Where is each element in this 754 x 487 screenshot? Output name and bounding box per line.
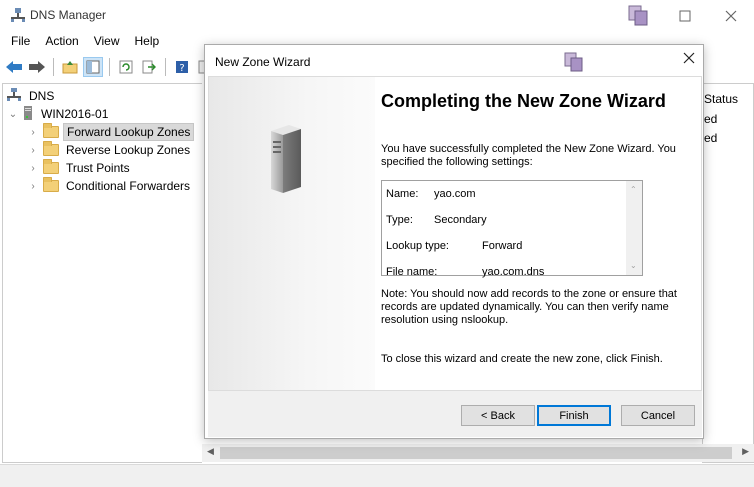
setting-value: Secondary <box>434 214 487 226</box>
dns-manager-app-icon <box>10 7 26 23</box>
menu-file[interactable]: File <box>4 31 38 53</box>
tree-item-label: DNS <box>29 89 55 103</box>
menu-help[interactable]: Help <box>128 31 168 53</box>
tree-item-forward-lookup-zones[interactable]: › Forward Lookup Zones <box>27 123 195 141</box>
folder-icon <box>43 141 59 156</box>
server-icon <box>23 105 33 123</box>
status-bar <box>0 464 754 487</box>
show-tree-icon[interactable] <box>83 57 103 77</box>
cancel-button[interactable]: Cancel <box>621 405 695 426</box>
scrollbar-thumb[interactable] <box>220 447 732 459</box>
toolbar-separator <box>109 58 110 76</box>
chevron-right-icon[interactable]: › <box>27 127 39 138</box>
dns-icon <box>7 87 21 105</box>
tree-item-label: WIN2016-01 <box>41 107 109 121</box>
setting-label: Name: <box>386 188 419 200</box>
folder-icon <box>43 159 59 174</box>
status-cell: ed <box>704 112 718 126</box>
tree-item-label: Forward Lookup Zones <box>63 123 195 141</box>
settings-scrollbar[interactable]: ⌃ ⌄ <box>626 181 642 275</box>
tree-item-trust-points[interactable]: › Trust Points <box>27 159 133 177</box>
server-tower-icon <box>267 125 303 198</box>
tree-item-conditional-forwarders[interactable]: › Conditional Forwarders <box>27 177 193 195</box>
wizard-note-text: Note: You should now add records to the … <box>381 288 677 326</box>
back-arrow-icon[interactable] <box>4 57 24 77</box>
scroll-right-icon[interactable]: ▶ <box>742 446 749 457</box>
chevron-down-icon[interactable]: ⌄ <box>7 109 19 120</box>
wizard-titlebar: New Zone Wizard <box>205 45 703 76</box>
wizard-intro-text: You have successfully completed the New … <box>381 143 676 168</box>
console-tree: DNS ⌄ WIN2016-01 › Forward Lookup Zones … <box>2 83 202 463</box>
status-cell: ed <box>704 131 718 145</box>
svg-text:?: ? <box>179 63 184 74</box>
setting-value: yao.com <box>434 188 476 200</box>
chevron-right-icon[interactable]: › <box>27 181 39 192</box>
settings-summary-box[interactable]: Name: yao.com Type: Secondary Lookup typ… <box>381 180 643 278</box>
wizard-finish-hint: To close this wizard and create the new … <box>381 353 663 365</box>
wizard-close-icon[interactable] <box>683 51 695 69</box>
maximize-button[interactable] <box>662 0 708 31</box>
menu-view[interactable]: View <box>87 31 128 53</box>
back-button[interactable]: < Back <box>461 405 535 426</box>
tree-item-reverse-lookup-zones[interactable]: › Reverse Lookup Zones <box>27 141 193 159</box>
forward-arrow-icon[interactable] <box>27 57 47 77</box>
help-icon[interactable]: ? <box>172 57 192 77</box>
wizard-body: Completing the New Zone Wizard You have … <box>208 76 702 391</box>
up-folder-icon[interactable] <box>60 57 80 77</box>
setting-label: Lookup type: <box>386 240 449 252</box>
tree-item-label: Trust Points <box>66 161 130 175</box>
scroll-down-icon[interactable]: ⌄ <box>630 261 637 270</box>
wizard-window-icon <box>563 51 585 76</box>
finish-button[interactable]: Finish <box>537 405 611 426</box>
scroll-left-icon[interactable]: ◀ <box>207 446 214 457</box>
tree-item-server[interactable]: ⌄ WIN2016-01 <box>7 105 111 123</box>
minimize-button[interactable] <box>616 0 662 31</box>
chevron-right-icon[interactable]: › <box>27 145 39 156</box>
folder-icon <box>43 177 59 192</box>
setting-label: File name: <box>386 266 438 278</box>
status-column-header[interactable]: Status <box>704 92 738 106</box>
toolbar-separator <box>165 58 166 76</box>
export-list-icon[interactable] <box>139 57 159 77</box>
wizard-heading: Completing the New Zone Wizard <box>381 91 666 111</box>
chevron-right-icon[interactable]: › <box>27 163 39 174</box>
horizontal-scrollbar[interactable]: ◀ ▶ <box>202 444 754 462</box>
toolbar-separator <box>53 58 54 76</box>
tree-item-label: Conditional Forwarders <box>66 179 191 193</box>
tree-item-label: Reverse Lookup Zones <box>66 143 191 157</box>
window-title: DNS Manager <box>30 8 107 22</box>
wizard-side-panel <box>209 77 375 390</box>
main-titlebar: DNS Manager <box>0 0 754 31</box>
setting-value: yao.com.dns <box>482 266 545 278</box>
wizard-footer: < Back Finish Cancel <box>208 391 702 437</box>
menu-action[interactable]: Action <box>38 31 86 53</box>
scroll-up-icon[interactable]: ⌃ <box>630 185 637 194</box>
refresh-icon[interactable] <box>116 57 136 77</box>
folder-icon <box>43 123 59 138</box>
new-zone-wizard-dialog: New Zone Wizard Completing the New Zone … <box>204 44 704 439</box>
setting-value: Forward <box>482 240 523 252</box>
close-window-button[interactable] <box>708 0 754 31</box>
wizard-title: New Zone Wizard <box>215 55 311 69</box>
setting-label: Type: <box>386 214 413 226</box>
tree-item-dns[interactable]: DNS <box>7 87 57 105</box>
